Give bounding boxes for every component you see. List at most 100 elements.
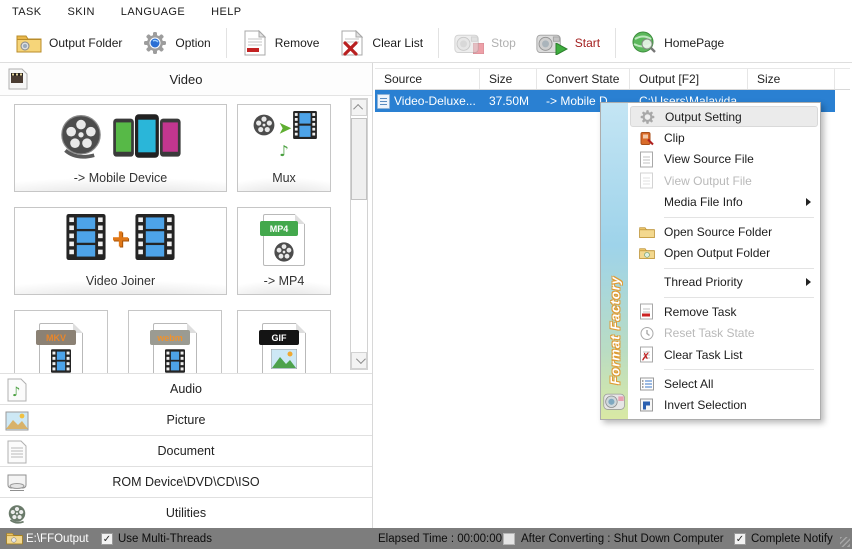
plus-icon: + — [112, 225, 130, 255]
left-panel: Video -> Mobile Device — [0, 63, 373, 528]
menu-item-open-output-folder[interactable]: Open Output Folder — [630, 242, 818, 263]
output-path-folder-icon — [6, 531, 23, 548]
film-strip-icon — [293, 111, 317, 144]
scroll-down-button[interactable] — [351, 352, 367, 369]
resize-grip[interactable] — [840, 537, 850, 547]
invert-selection-flag-icon — [638, 397, 655, 414]
column-source[interactable]: Source — [375, 69, 480, 89]
scrollbar-thumb[interactable] — [351, 118, 367, 200]
menu-item-invert-selection[interactable]: Invert Selection — [630, 395, 818, 416]
start-button[interactable]: Start — [526, 28, 610, 58]
stop-button: Stop — [444, 28, 526, 58]
clear-list-icon: ✗ — [638, 346, 655, 363]
menu-item-label: Select All — [664, 377, 713, 391]
mp4-file-icon: MP4 — [263, 214, 305, 266]
menu-item-remove-task[interactable]: Remove Task — [630, 301, 818, 322]
music-doc-icon: ♪ — [238, 142, 330, 161]
menu-item-label: Clip — [664, 131, 685, 145]
brand-text: Format Factory — [607, 276, 622, 385]
output-path-text[interactable]: E:\FFOutput — [26, 528, 89, 549]
column-output-size[interactable]: Size — [748, 69, 835, 89]
section-picture[interactable]: Picture — [0, 404, 372, 435]
format-factory-window: TASK SKIN LANGUAGE HELP Output Folder Op… — [0, 0, 852, 549]
column-output[interactable]: Output [F2] — [630, 69, 748, 89]
card-mobile-device-label: -> Mobile Device — [15, 171, 226, 185]
menu-item-select-all[interactable]: Select All — [630, 373, 818, 394]
section-document-label: Document — [158, 444, 215, 458]
section-audio-label: Audio — [170, 382, 202, 396]
audio-section-icon: ♪ — [5, 378, 29, 402]
table-header: Source Size Convert State Output [F2] Si… — [375, 68, 850, 90]
section-picture-label: Picture — [167, 413, 206, 427]
film-reel-icon — [57, 112, 105, 165]
card-video-joiner[interactable]: + Video Joiner — [14, 207, 227, 295]
context-menu-body: Output Setting Clip View Source File Vie… — [628, 103, 820, 419]
menu-language[interactable]: LANGUAGE — [121, 6, 185, 18]
status-bar: E:\FFOutput ✓ Use Multi-Threads Elapsed … — [0, 528, 852, 549]
section-audio[interactable]: ♪ Audio — [0, 373, 372, 404]
clip-icon — [638, 130, 655, 147]
card-gif[interactable]: GIF — [237, 310, 331, 373]
multi-threads-checkbox[interactable]: ✓ — [101, 533, 113, 545]
mkv-banner: MKV — [36, 330, 76, 345]
section-video-header[interactable]: Video — [0, 63, 372, 96]
menu-skin[interactable]: SKIN — [68, 6, 95, 18]
column-convert-state[interactable]: Convert State — [537, 69, 630, 89]
section-rom-device-label: ROM Device\DVD\CD\ISO — [112, 475, 259, 489]
output-folder-button[interactable]: Output Folder — [6, 28, 132, 58]
shutdown-label: After Converting : Shut Down Computer — [521, 528, 724, 549]
checklist-icon — [638, 375, 655, 392]
card-mp4-label: -> MP4 — [238, 274, 330, 288]
section-rom-device[interactable]: ROM Device\DVD\CD\ISO — [0, 466, 372, 497]
card-mux[interactable]: ➤ ♪ Mux — [237, 104, 331, 192]
section-utilities[interactable]: Utilities — [0, 497, 372, 528]
menu-item-thread-priority[interactable]: Thread Priority — [630, 272, 818, 293]
card-mobile-device[interactable]: -> Mobile Device — [14, 104, 227, 192]
shutdown-checkbox[interactable] — [503, 533, 515, 545]
column-size[interactable]: Size — [480, 69, 537, 89]
scroll-up-button[interactable] — [351, 99, 367, 116]
clear-list-document-icon — [339, 31, 365, 55]
menu-item-view-source-file[interactable]: View Source File — [630, 149, 818, 170]
output-folder-label: Output Folder — [49, 36, 122, 50]
menu-item-output-setting[interactable]: Output Setting — [630, 106, 818, 127]
gear-icon — [142, 31, 168, 55]
remove-document-icon — [638, 303, 655, 320]
option-button[interactable]: Option — [132, 28, 220, 58]
menu-item-view-output-file: View Output File — [630, 170, 818, 191]
complete-notify-checkbox[interactable]: ✓ — [734, 533, 746, 545]
video-cards-area: -> Mobile Device ➤ ♪ Mux — [0, 96, 372, 373]
card-webm[interactable]: webm — [128, 310, 222, 373]
menu-item-label: Thread Priority — [664, 275, 743, 289]
menu-item-clip[interactable]: Clip — [630, 127, 818, 148]
film-strip-icon — [51, 349, 71, 373]
video-file-icon — [377, 94, 390, 109]
row-source-text: Video-Deluxe... — [394, 94, 476, 108]
toolbar-separator — [615, 28, 616, 58]
gif-file-icon: GIF — [262, 323, 306, 373]
remove-button[interactable]: Remove — [232, 28, 330, 58]
section-document[interactable]: Document — [0, 435, 372, 466]
menu-item-label: Media File Info — [664, 195, 743, 209]
menu-task[interactable]: TASK — [12, 6, 42, 18]
card-mkv[interactable]: MKV — [14, 310, 108, 373]
format-factory-logo-icon — [603, 391, 626, 416]
complete-notify-label: Complete Notify — [751, 528, 833, 549]
document-icon — [638, 151, 655, 168]
menu-item-clear-task-list[interactable]: ✗ Clear Task List — [630, 344, 818, 365]
chevron-up-icon — [353, 104, 363, 114]
menu-item-label: View Output File — [664, 174, 752, 188]
webm-banner: webm — [150, 330, 190, 345]
multi-threads-label: Use Multi-Threads — [118, 528, 212, 549]
film-reel-icon — [251, 112, 277, 143]
clear-list-button[interactable]: Clear List — [329, 28, 433, 58]
menu-item-media-file-info[interactable]: Media File Info — [630, 192, 818, 213]
menu-item-open-source-folder[interactable]: Open Source Folder — [630, 221, 818, 242]
menu-separator — [630, 264, 818, 272]
option-label: Option — [175, 36, 210, 50]
menu-help[interactable]: HELP — [211, 6, 241, 18]
cards-scrollbar[interactable] — [350, 98, 368, 370]
menu-item-label: View Source File — [664, 152, 754, 166]
card-mp4[interactable]: MP4 -> MP4 — [237, 207, 331, 295]
homepage-button[interactable]: HomePage — [621, 28, 734, 58]
